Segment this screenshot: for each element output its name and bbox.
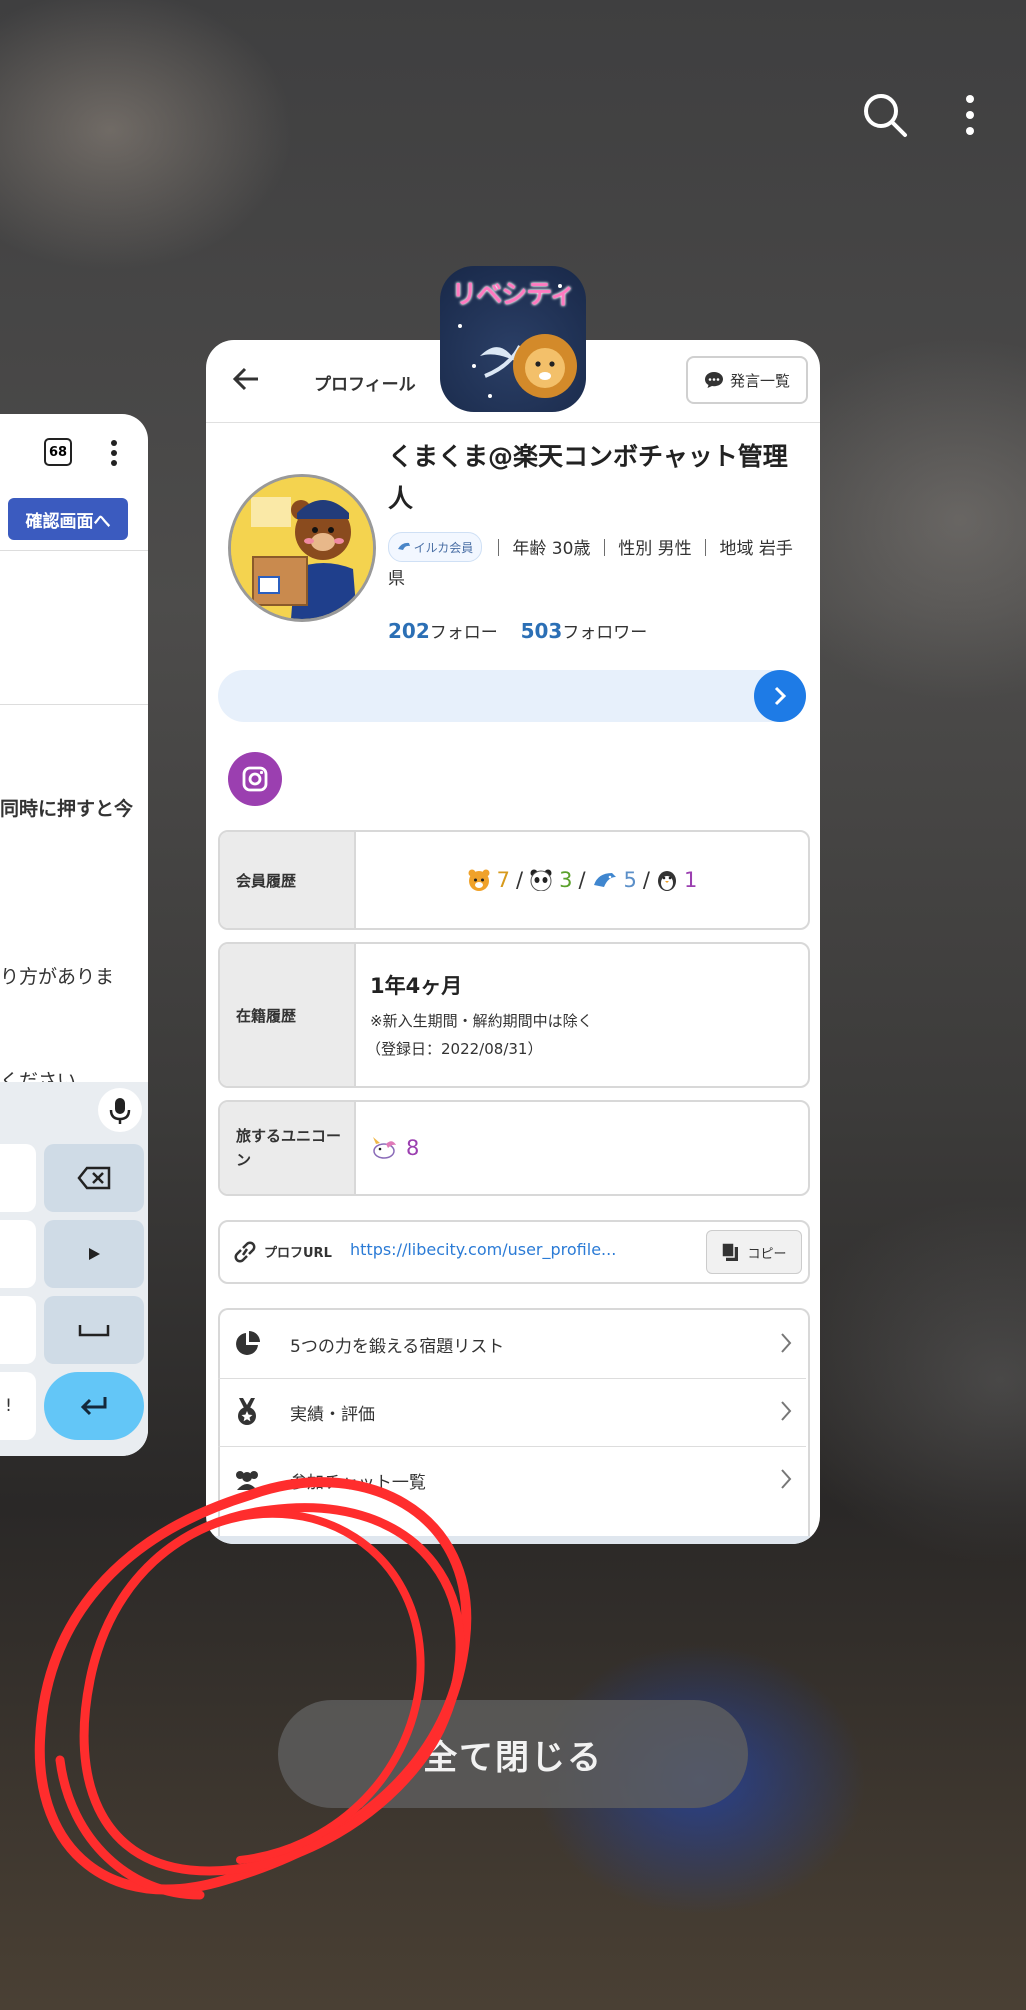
panda-icon [530,869,552,891]
backspace-icon [77,1166,111,1190]
close-all-button[interactable]: 全て閉じる [278,1700,748,1808]
separator: / [642,868,650,892]
users-icon [236,1471,258,1490]
tiger-icon [468,869,490,891]
mic-icon[interactable] [98,1088,142,1132]
cursor-right-key[interactable] [44,1220,144,1288]
achievements-label: 実績・評価 [290,1404,375,1425]
follow-stats: 202フォロー 503フォロワー [388,618,647,643]
instagram-icon [242,766,268,792]
snippet-2: り方がありま [0,966,115,988]
search-icon[interactable] [862,92,908,138]
instagram-button[interactable] [228,752,282,806]
more-vert-icon[interactable] [964,94,976,136]
back-arrow-icon[interactable] [232,366,260,392]
tiger-count: 7 [496,868,510,892]
copy-label: コピー [747,1246,787,1262]
chevron-right-icon [781,1401,792,1421]
achievements-item[interactable]: 実績・評価 [218,1378,806,1447]
tenure-registered: （登録日：2022/08/31） [366,1040,543,1058]
tab-count-icon[interactable]: 68 [44,438,72,466]
profile-url-link[interactable]: https://libecity.com/user_profile... [350,1240,616,1259]
enter-icon [80,1397,107,1416]
copy-button[interactable]: コピー [706,1230,802,1274]
profile-url-row: プロフURL https://libecity.com/user_profile… [218,1220,810,1284]
joined-chats-label: 参加チャット一覧 [290,1472,426,1493]
link-icon [234,1241,256,1263]
penguin-count: 1 [683,868,698,892]
chevron-right-icon [774,686,787,706]
space-key[interactable] [44,1296,144,1364]
key[interactable] [0,1220,36,1288]
profile-url-label: プロフURL [264,1246,332,1261]
chevron-right-icon [781,1469,792,1489]
bear-delivery-avatar-icon [231,477,373,619]
follow-label[interactable]: フォロー [430,623,498,643]
unicorn-row: 旅するユニコーン 8 [218,1100,810,1196]
recent-app-card-main[interactable]: プロフィール 発言一覧 くまくま@楽天コンボチャット管理人 イルカ会員 ｜ 年齢… [206,340,820,1544]
announcement-bar[interactable] [218,670,806,722]
bottom-edge [206,1536,820,1544]
unicorn-value: 8 [370,1102,419,1194]
divider [0,704,148,705]
app-icon[interactable]: リベシティ [440,266,586,412]
tenure-note: ※新入生期間・解約期間中は除く [370,1012,593,1030]
profile-details: ｜ 年齢 30歳 ｜ 性別 男性 ｜ 地域 岩手県 [388,539,793,589]
penguin-icon [657,871,676,891]
more-vert-icon[interactable] [110,440,118,466]
member-history-row: 会員履歴 7 / 3 / 5 / 1 [218,830,810,930]
chat-bubble-icon [704,372,723,388]
key[interactable] [0,1296,36,1364]
dolphin-icon [593,873,616,887]
snippet-1: 同時に押すと今 [0,798,134,820]
recent-app-card-left[interactable]: 68 確認画面へ 同時に押すと今 り方がありま ください。 ! [0,414,148,1456]
confirm-screen-button[interactable]: 確認画面へ [8,498,128,540]
dolphin-count: 5 [623,868,637,892]
member-history-label: 会員履歴 [220,832,356,928]
follower-count[interactable]: 503 [521,619,563,643]
posts-list-button[interactable]: 発言一覧 [686,356,808,404]
tenure-duration: 1年4ヶ月 [370,974,463,998]
panda-count: 3 [559,868,573,892]
copy-icon [721,1242,739,1261]
separator: / [516,868,524,892]
tenure-label: 在籍履歴 [220,944,356,1086]
app-icon-text: リベシティ [451,280,575,310]
member-history-values: 7 / 3 / 5 / 1 [356,832,808,928]
enter-key[interactable] [44,1372,144,1440]
arrow-right-button[interactable] [754,670,806,722]
browser-toolbar: 68 確認画面へ [0,414,148,551]
separator: / [578,868,586,892]
top-icons [862,92,976,138]
unicorn-count: 8 [406,1136,420,1160]
avatar [228,474,376,622]
homework-list-item[interactable]: 5つの力を鍛える宿題リスト [218,1310,806,1379]
unicorn-icon [373,1137,396,1159]
play-icon [89,1248,100,1260]
follow-count[interactable]: 202 [388,619,430,643]
keyboard: ! [0,1082,148,1456]
page-title: プロフィール [314,375,416,395]
unicorn-label: 旅するユニコーン [220,1102,356,1194]
pie-chart-icon [236,1331,260,1355]
space-icon [78,1325,110,1337]
tenure-row: 在籍履歴 1年4ヶ月 ※新入生期間・解約期間中は除く （登録日：2022/08/… [218,942,810,1088]
posts-list-label: 発言一覧 [729,371,790,390]
profile-name: くまくま@楽天コンボチャット管理人 [388,442,788,513]
exclaim-key[interactable]: ! [0,1372,36,1440]
joined-chats-item[interactable]: 参加チャット一覧 [218,1446,806,1514]
backspace-key[interactable] [44,1144,144,1212]
follower-label[interactable]: フォロワー [562,623,647,643]
medal-icon [238,1398,256,1425]
chevron-right-icon [781,1333,792,1353]
key[interactable] [0,1144,36,1212]
homework-list-label: 5つの力を鍛える宿題リスト [290,1336,505,1357]
